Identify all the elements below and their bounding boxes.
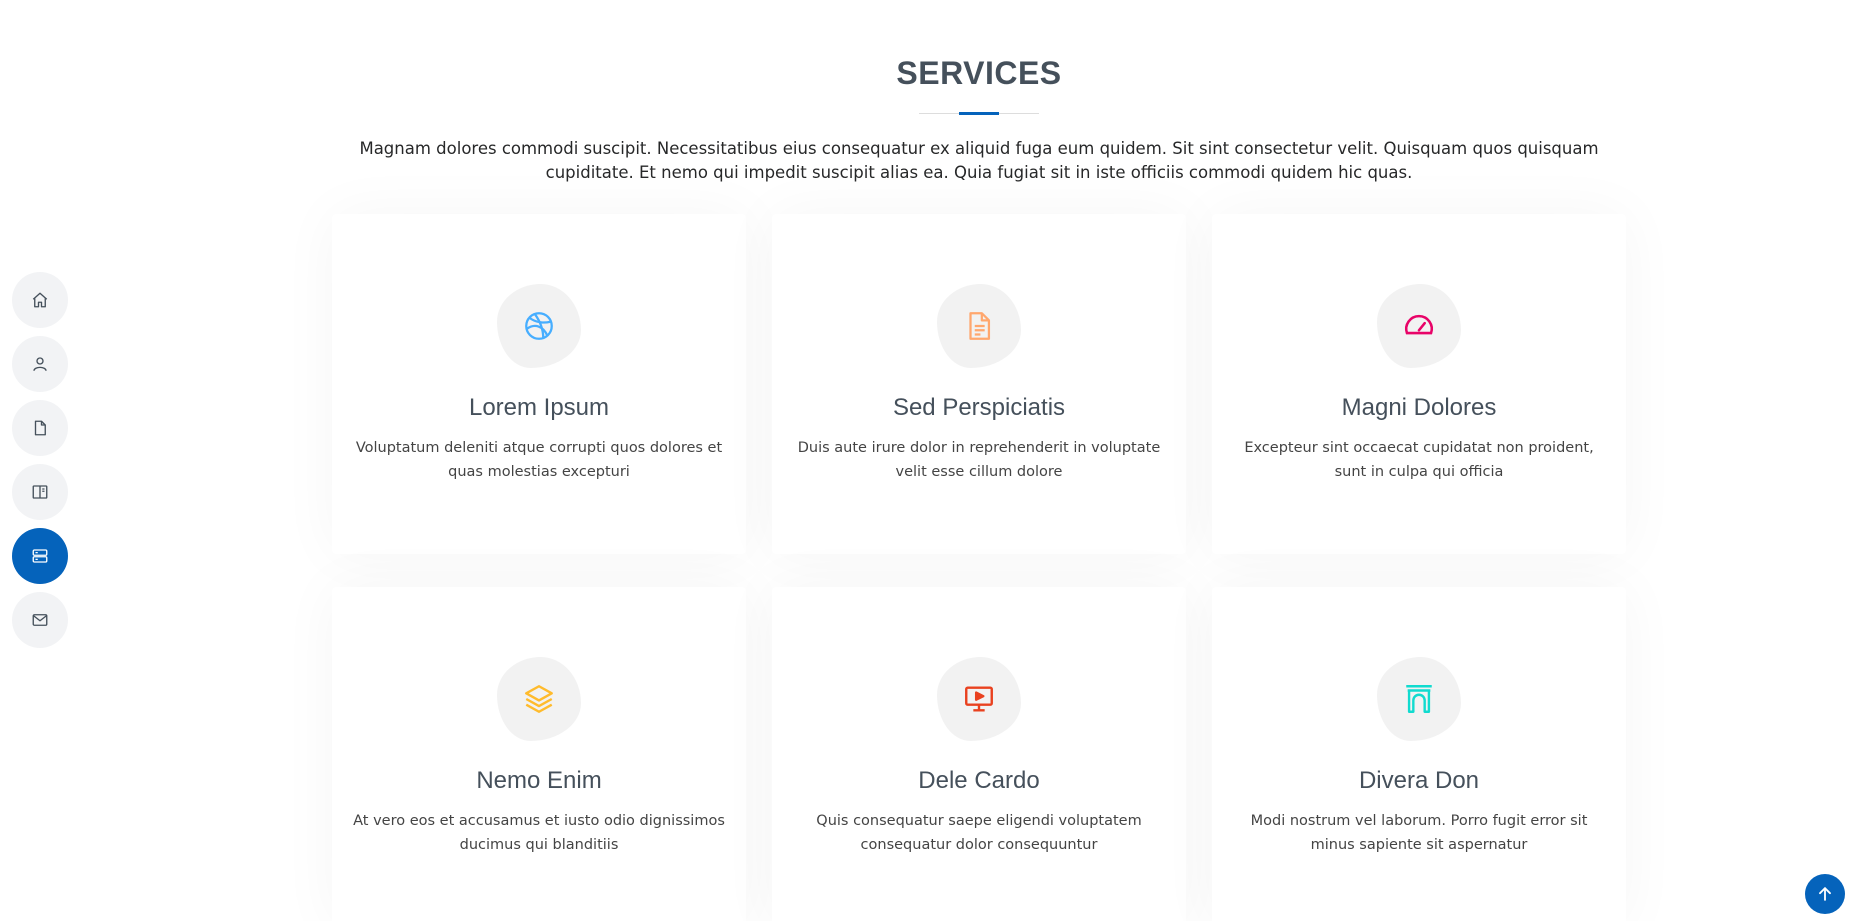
page-title: SERVICES [896,55,1062,91]
nav-resume[interactable] [12,400,68,456]
back-to-top-button[interactable] [1805,874,1845,914]
server-icon [32,549,48,563]
arch-icon [1406,685,1432,713]
service-title[interactable]: Divera Don [1212,767,1626,795]
envelope-icon [32,614,48,626]
side-nav [12,272,68,648]
icon-box [1377,284,1461,368]
service-card: Lorem Ipsum Voluptatum deleniti atque co… [332,214,746,554]
service-description: Duis aute irure dolor in reprehenderit i… [797,440,1161,480]
icon-box [937,657,1021,741]
nav-contact[interactable] [12,592,68,648]
file-text-icon [969,312,991,340]
icon-box [937,284,1021,368]
nav-services[interactable] [12,528,68,584]
service-title[interactable]: Dele Cardo [772,767,1186,795]
icon-box [1377,657,1461,741]
service-card: Sed Perspiciatis Duis aute irure dolor i… [772,214,1186,554]
service-card: Nemo Enim At vero eos et accusamus et iu… [332,587,746,921]
service-title[interactable]: Sed Perspiciatis [772,394,1186,422]
service-title[interactable]: Nemo Enim [332,767,746,795]
service-card: Dele Cardo Quis consequatur saepe eligen… [772,587,1186,921]
arrow-up-icon [1819,887,1831,901]
presentation-icon [965,686,993,712]
section-intro: Magnam dolores commodi suscipit. Necessi… [359,139,1599,182]
person-icon [33,357,47,371]
service-card: Divera Don Modi nostrum vel laborum. Por… [1212,587,1626,921]
icon-box [497,657,581,741]
section-header: SERVICES [0,55,1854,92]
service-description: Excepteur sint occaecat cupidatat non pr… [1244,440,1594,480]
file-icon [34,420,46,436]
speedometer-icon [1405,314,1433,335]
service-description: At vero eos et accusamus et iusto odio d… [353,813,725,853]
layers-icon [525,685,553,713]
service-card: Magni Dolores Excepteur sint occaecat cu… [1212,214,1626,554]
icon-box [497,284,581,368]
title-divider-accent [959,112,999,115]
home-icon [32,292,48,308]
service-title[interactable]: Lorem Ipsum [332,394,746,422]
nav-about[interactable] [12,336,68,392]
service-description: Quis consequatur saepe eligendi voluptat… [816,813,1142,853]
book-icon [32,485,48,499]
nav-portfolio[interactable] [12,464,68,520]
nav-home[interactable] [12,272,68,328]
service-description: Modi nostrum vel laborum. Porro fugit er… [1250,813,1588,853]
dribbble-icon [525,312,553,340]
service-title[interactable]: Magni Dolores [1212,394,1626,422]
service-description: Voluptatum deleniti atque corrupti quos … [355,440,723,480]
